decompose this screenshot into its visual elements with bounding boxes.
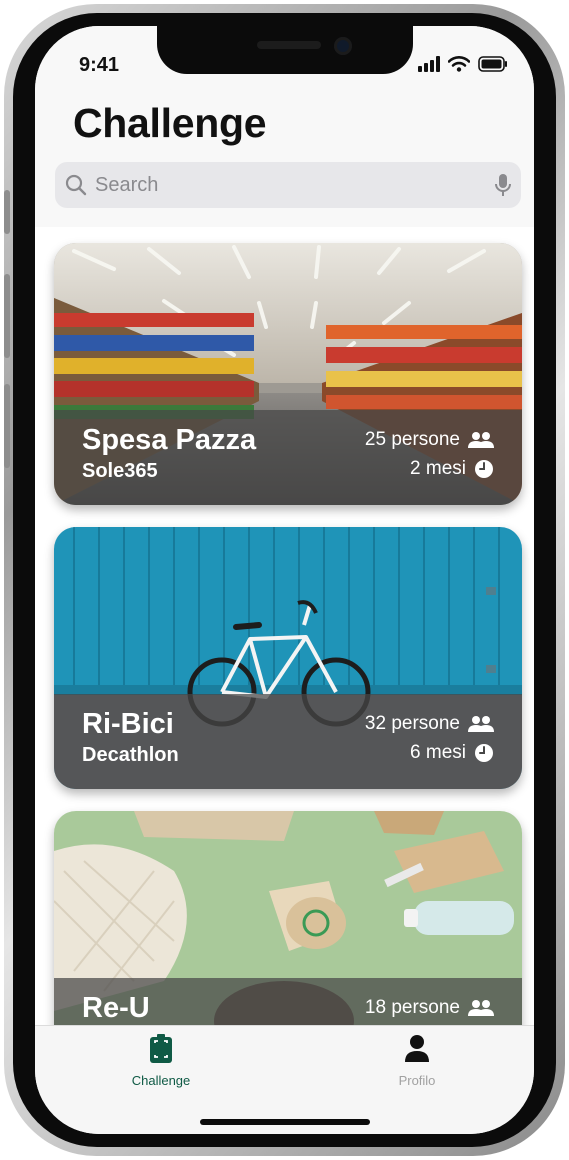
challenge-card[interactable]: Re-U 18 persone [54,811,522,1025]
challenge-scan-icon [150,1034,172,1063]
participants-row: 25 persone [365,429,494,451]
cellular-signal-icon [418,56,440,72]
challenge-sponsor: Decathlon [82,744,179,766]
people-icon [468,716,494,732]
screen: 9:41 Challenge Search Spesa Pazza Sole36… [35,26,534,1134]
speaker-grille [257,41,321,49]
search-icon [65,174,87,196]
participants-count: 18 persone [364,997,460,1018]
tab-label: Profilo [398,1073,436,1088]
tab-profilo[interactable]: Profilo [347,1034,487,1088]
duration-row: 6 mesi [410,742,494,764]
challenge-title: Spesa Pazza [82,424,257,456]
search-bar[interactable] [55,162,521,208]
volume-down-button [4,384,10,468]
challenge-sponsor: Sole365 [82,460,158,482]
participants-row: 18 persone [365,997,494,1019]
clock-icon [475,460,493,478]
challenge-title: Re-U [82,992,150,1024]
participants-count: 25 persone [364,429,460,450]
participants-count: 32 persone [364,713,460,734]
participants-row: 32 persone [365,713,494,735]
home-indicator[interactable] [200,1119,370,1125]
person-icon [405,1035,429,1062]
tab-bar: Challenge Profilo [35,1025,534,1134]
notch [157,26,413,74]
clock-icon [475,744,493,762]
wifi-icon [448,56,470,72]
front-camera [334,37,352,55]
search-input[interactable] [93,172,477,198]
duration-value: 6 mesi [410,742,466,763]
duration-row: 2 mesi [410,458,494,480]
page-title: Challenge [73,100,267,146]
challenge-card[interactable]: Spesa Pazza Sole365 25 persone 2 mesi [54,243,522,505]
tab-challenge[interactable]: Challenge [91,1034,231,1088]
mute-switch [4,190,10,234]
status-icons [418,56,508,72]
challenge-title: Ri-Bici [82,708,174,740]
challenge-card[interactable]: Ri-Bici Decathlon 32 persone 6 mesi [54,527,522,789]
duration-value: 2 mesi [410,458,466,479]
people-icon [468,432,494,448]
tab-label: Challenge [131,1073,191,1088]
volume-up-button [4,274,10,358]
challenge-list[interactable]: Spesa Pazza Sole365 25 persone 2 mesi Ri… [35,227,534,1025]
people-icon [468,1000,494,1016]
battery-icon [478,56,507,72]
status-time: 9:41 [79,54,120,76]
microphone-icon[interactable] [495,173,511,197]
